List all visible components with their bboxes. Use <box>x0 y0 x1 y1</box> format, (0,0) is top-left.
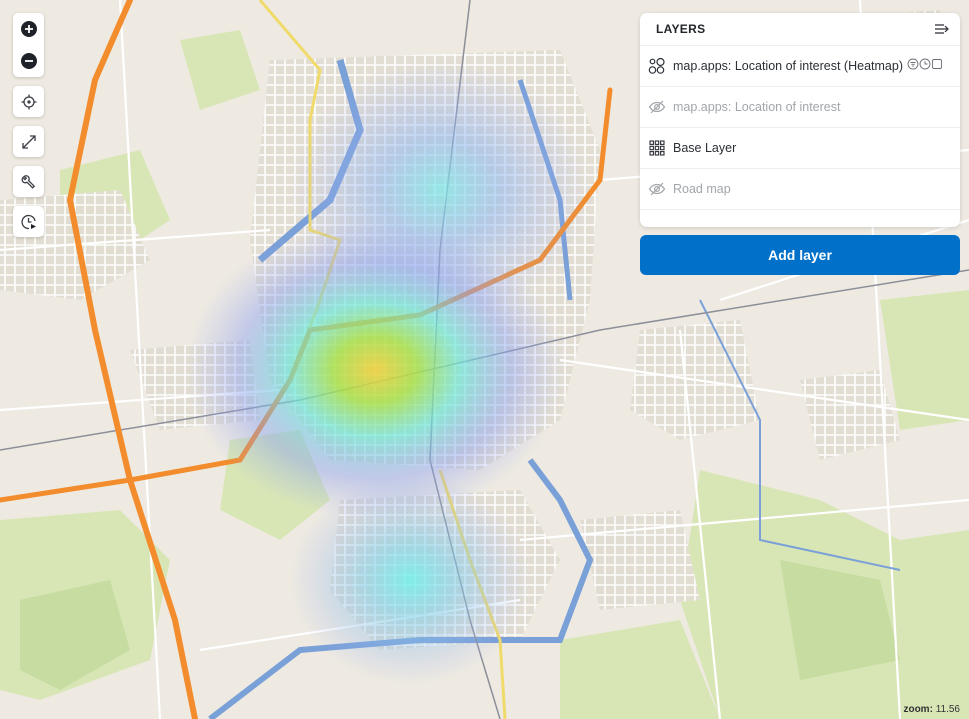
zoom-level-readout: zoom: 11.56 <box>903 704 960 715</box>
layers-panel-title: LAYERS <box>656 22 706 36</box>
wrench-icon <box>20 174 35 189</box>
clock-icon <box>919 58 931 70</box>
time-button[interactable] <box>919 57 931 75</box>
tools-control <box>13 166 44 197</box>
eye-off-icon <box>648 182 666 196</box>
heatmap-hotspot-south <box>290 475 530 685</box>
crosshair-icon <box>21 94 36 109</box>
zoom-level-value: 11.56 <box>935 704 960 715</box>
layer-name: map.apps: Location of interest (Heatmap) <box>673 59 903 73</box>
zoom-controls <box>13 13 44 77</box>
collapse-panel-icon <box>935 24 949 34</box>
locate-button[interactable] <box>13 86 44 117</box>
layer-item-heatmap[interactable]: map.apps: Location of interest (Heatmap) <box>640 46 960 87</box>
expand-icon <box>21 134 36 149</box>
layer-name: map.apps: Location of interest <box>673 100 841 114</box>
zoom-level-label: zoom: <box>903 704 933 715</box>
layer-item-base-layer[interactable]: Base Layer <box>640 128 960 169</box>
time-slider-button[interactable] <box>13 206 44 237</box>
heatmap-hotspot-central <box>185 220 565 520</box>
layers-panel: LAYERS map.apps: Location of interest (H… <box>640 13 960 227</box>
checkbox-icon <box>932 59 942 69</box>
zoom-out-button[interactable] <box>13 45 44 77</box>
add-layer-button[interactable]: Add layer <box>640 235 960 275</box>
fullscreen-button[interactable] <box>13 126 44 157</box>
filter-icon <box>907 58 919 70</box>
layer-item-location-of-interest[interactable]: map.apps: Location of interest <box>640 87 960 128</box>
minus-icon <box>20 53 37 69</box>
eye-off-icon <box>648 100 666 114</box>
cluster-circles-icon <box>648 57 665 74</box>
collapse-panel-button[interactable] <box>934 22 950 36</box>
locate-control <box>13 86 44 117</box>
clock-play-icon <box>20 214 36 229</box>
tools-button[interactable] <box>13 166 44 197</box>
layer-item-road-map[interactable]: Road map <box>640 169 960 210</box>
layer-name: Base Layer <box>673 141 737 155</box>
plus-icon <box>20 21 37 37</box>
layer-visibility-checkbox[interactable] <box>931 57 943 75</box>
time-control <box>13 206 44 237</box>
fullscreen-control <box>13 126 44 157</box>
zoom-in-button[interactable] <box>13 13 44 45</box>
layer-name: Road map <box>673 182 731 196</box>
layers-panel-header: LAYERS <box>640 13 960 46</box>
filter-button[interactable] <box>907 57 919 75</box>
grid-icon <box>649 140 665 156</box>
